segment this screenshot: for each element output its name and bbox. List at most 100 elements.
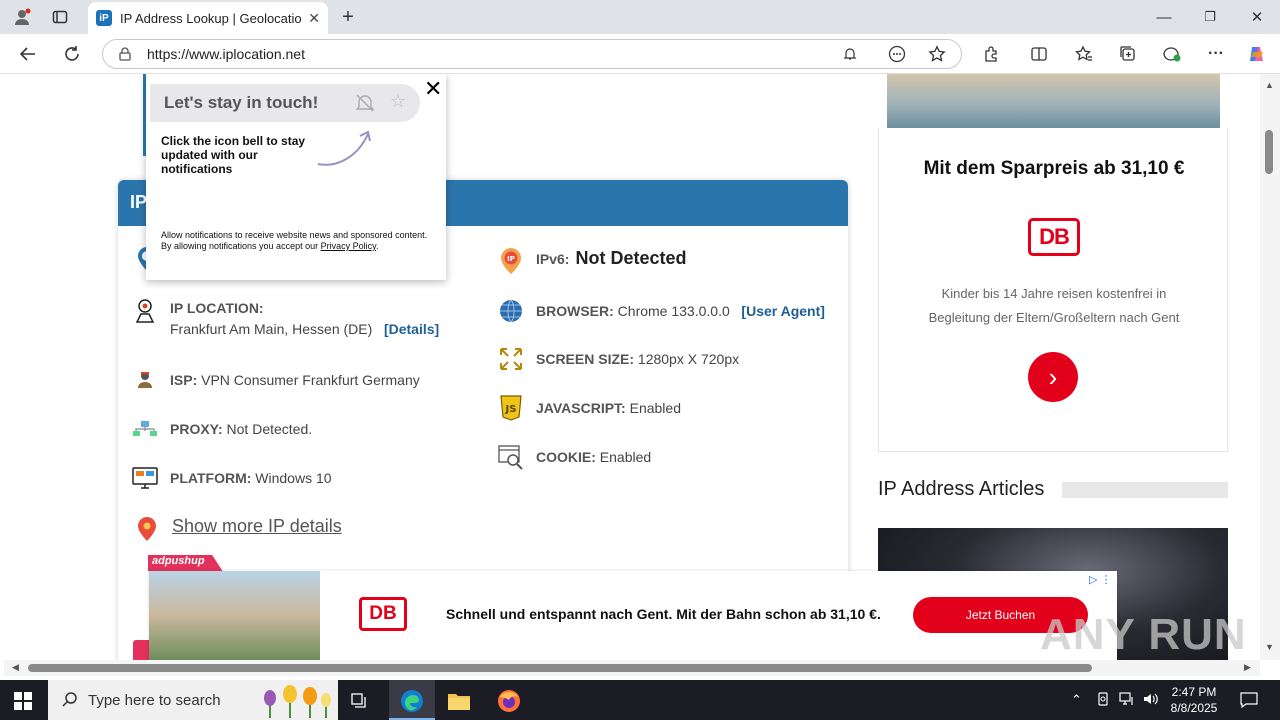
platform-label: PLATFORM: — [170, 470, 252, 486]
scroll-right-icon[interactable]: ▶ — [1244, 662, 1251, 673]
adchoices-icon[interactable]: ▷ ⋮ — [1089, 573, 1112, 586]
svg-text:IP: IP — [507, 255, 515, 263]
back-icon[interactable] — [18, 44, 38, 64]
ad-next-button[interactable]: › — [1028, 352, 1078, 402]
browser-value: Chrome 133.0.0.0 — [617, 303, 730, 319]
site-favicon-icon: iP — [96, 10, 112, 26]
ipv6-row: IP IPv6: Not Detected — [498, 248, 686, 274]
favorites-icon[interactable] — [1074, 44, 1094, 64]
screen-size-label: SCREEN SIZE: — [536, 351, 635, 367]
clock-date: 8/8/2025 — [1170, 701, 1218, 715]
javascript-row: JS JAVASCRIPT: Enabled — [498, 395, 681, 421]
adpushup-tag[interactable]: adpushup — [148, 555, 223, 571]
read-aloud-icon[interactable] — [887, 44, 907, 64]
ad-city-image[interactable] — [887, 74, 1220, 128]
restore-button[interactable]: ❐ — [1200, 7, 1220, 27]
cookie-label: COOKIE: — [536, 449, 596, 465]
firefox-icon[interactable] — [497, 689, 521, 713]
minimize-button[interactable]: — — [1154, 7, 1174, 27]
volume-icon[interactable] — [1143, 692, 1159, 709]
notifications-icon[interactable] — [1240, 692, 1258, 711]
isp-row: ISP: VPN Consumer Frankfurt Germany — [132, 367, 420, 393]
search-placeholder: Type here to search — [88, 691, 221, 709]
windows-start-icon[interactable] — [14, 692, 32, 710]
clock-time: 2:47 PM — [1171, 685, 1217, 699]
tab-close-icon[interactable]: ✕ — [308, 10, 320, 27]
more-menu-icon[interactable]: ··· — [1206, 44, 1226, 64]
scroll-left-icon[interactable]: ◀ — [12, 662, 19, 673]
star-icon[interactable]: ☆ — [390, 91, 406, 112]
profile-icon[interactable] — [12, 7, 32, 27]
notification-popup: Let's stay in touch! ☆ ✕ Click the icon … — [146, 74, 446, 280]
scroll-down-icon[interactable]: ▼ — [1265, 642, 1274, 652]
task-view-icon[interactable] — [348, 689, 372, 713]
taskbar: Type here to search ⌃ 2:47 PM 8/8/2025 — [0, 680, 1280, 720]
location-icon — [132, 298, 158, 324]
scroll-up-icon[interactable]: ▲ — [1265, 80, 1274, 90]
ipv6-pin-icon: IP — [498, 248, 524, 274]
bell-off-icon[interactable] — [354, 92, 376, 119]
show-more-link[interactable]: Show more IP details — [172, 516, 342, 537]
proxy-icon — [132, 416, 158, 442]
details-link[interactable]: [Details] — [384, 321, 439, 337]
popup-close-button[interactable]: ✕ — [424, 76, 442, 102]
favorite-star-icon[interactable] — [927, 44, 947, 64]
bottom-ad-image[interactable] — [149, 571, 320, 660]
window-close-button[interactable]: ✕ — [1247, 7, 1267, 27]
javascript-icon: JS — [498, 395, 524, 421]
privacy-policy-link[interactable]: Privacy Policy — [321, 241, 376, 251]
user-agent-link[interactable]: [User Agent] — [741, 303, 825, 319]
ad-headline: Mit dem Sparpreis ab 31,10 € — [923, 158, 1185, 179]
location-row: IP LOCATION: Frankfurt Am Main, Hessen (… — [132, 298, 439, 340]
bottom-ad-banner[interactable]: DB Schnell und entspannt nach Gent. Mit … — [149, 571, 1117, 660]
cookie-value: Enabled — [599, 449, 652, 465]
tab-iplocation[interactable]: iP IP Address Lookup | Geolocation ✕ — [88, 2, 328, 34]
isp-value: VPN Consumer Frankfurt Germany — [201, 372, 420, 388]
proxy-row: PROXY: Not Detected. — [132, 416, 312, 442]
ipv6-label: IPv6: — [536, 251, 570, 267]
search-icon — [62, 691, 78, 711]
split-screen-icon[interactable] — [1029, 44, 1049, 64]
page-content: IP IP IPv6: Not Detected IP LOCATION: Fra… — [4, 74, 1260, 660]
new-tab-button[interactable]: + — [338, 6, 358, 28]
horizontal-scrollbar[interactable]: ◀ ▶ — [4, 660, 1260, 676]
edge-icon[interactable] — [400, 689, 424, 713]
url-input[interactable]: https://www.iplocation.net — [102, 39, 962, 69]
network-icon[interactable] — [1119, 692, 1135, 709]
cookie-row: COOKIE: Enabled — [498, 444, 651, 470]
tab-actions-icon[interactable] — [50, 7, 70, 27]
cookie-icon — [498, 444, 524, 470]
horizontal-scroll-thumb[interactable] — [28, 664, 1092, 672]
file-explorer-icon[interactable] — [447, 689, 471, 713]
popup-legal-text: Allow notifications to receive website n… — [161, 230, 428, 251]
tulip-decoration-icon — [264, 685, 331, 718]
refresh-icon[interactable] — [62, 44, 82, 64]
taskbar-search[interactable]: Type here to search — [48, 680, 338, 720]
url-text: https://www.iplocation.net — [147, 46, 305, 62]
right-ad-box[interactable]: Mit dem Sparpreis ab 31,10 € DB Kinder b… — [878, 128, 1228, 452]
tray-device-icon[interactable] — [1096, 692, 1110, 709]
screen-size-row: SCREEN SIZE: 1280px X 720px — [498, 346, 739, 372]
platform-row: PLATFORM: Windows 10 — [132, 465, 332, 491]
tray-overflow-icon[interactable]: ⌃ — [1071, 692, 1082, 708]
javascript-value: Enabled — [629, 400, 681, 416]
collections-icon[interactable] — [1118, 44, 1138, 64]
platform-value: Windows 10 — [255, 470, 332, 486]
lock-icon[interactable] — [119, 47, 131, 64]
tab-bar: iP IP Address Lookup | Geolocation ✕ + —… — [0, 0, 1280, 34]
system-clock[interactable]: 2:47 PM 8/8/2025 — [1160, 684, 1228, 716]
browser-row: BROWSER: Chrome 133.0.0.0 [User Agent] — [498, 298, 825, 324]
globe-icon — [498, 298, 524, 324]
copilot-icon[interactable] — [1247, 44, 1267, 64]
extensions-icon[interactable] — [981, 44, 1001, 64]
browser-essentials-icon[interactable] — [1162, 44, 1182, 64]
notification-bell-icon[interactable] — [840, 44, 860, 64]
show-more-pin-icon — [134, 516, 160, 542]
vertical-scroll-thumb[interactable] — [1265, 130, 1273, 174]
popup-title: Let's stay in touch! — [164, 93, 319, 112]
vertical-scrollbar[interactable]: ▲ ▼ — [1260, 74, 1280, 660]
show-more-row: Show more IP details — [134, 516, 342, 542]
platform-icon — [132, 465, 158, 491]
articles-heading: IP Address Articles — [878, 478, 1045, 500]
ad-subtext: Kinder bis 14 Jahre reisen kostenfrei in… — [928, 286, 1180, 325]
